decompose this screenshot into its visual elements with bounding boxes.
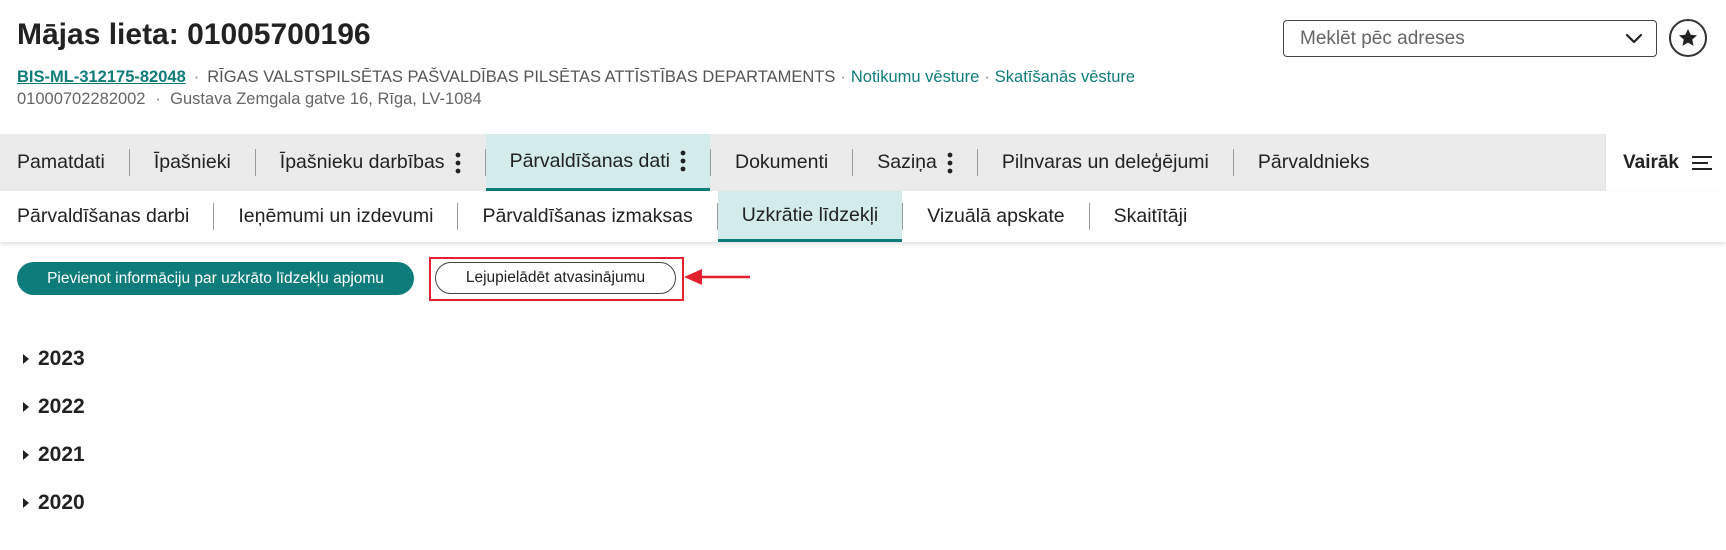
subtab-vizuala-apskate[interactable]: Vizuālā apskate [903,191,1088,242]
subtab-label: Pārvaldīšanas izmaksas [482,205,693,227]
meta-separator: · [984,68,990,86]
subtab-label: Uzkrātie līdzekļi [741,203,879,226]
tab-pilnvaras[interactable]: Pilnvaras un deleģējumi [978,134,1233,191]
more-vertical-icon[interactable] [680,150,686,172]
chevron-down-icon [1625,33,1643,44]
caret-right-icon [23,402,29,412]
views-history-link[interactable]: Skatīšanās vēsture [995,68,1135,87]
annotation-arrow-icon [684,269,750,285]
subtab-label: Skaitītāji [1113,205,1188,227]
subtab-label: Pārvaldīšanas darbi [17,205,190,227]
tab-parvaldisanas-dati[interactable]: Pārvaldīšanas dati [485,134,710,191]
subtab-label: Ieņēmumi un izdevumi [238,205,434,227]
more-menu-button[interactable]: Vairāk [1606,134,1726,191]
meta-separator: · [155,90,161,108]
more-vertical-icon[interactable] [455,152,461,174]
year-toggle-2022[interactable]: 2022 [22,383,85,431]
menu-icon [1692,155,1712,170]
tab-label: Pārvaldīšanas dati [509,149,670,172]
year-label: 2023 [38,347,85,370]
year-label: 2021 [38,443,85,466]
tab-label: Pārvaldnieks [1257,151,1370,173]
search-placeholder: Meklēt pēc adreses [1300,27,1465,49]
tab-label: Pamatdati [17,151,105,173]
main-tabs: Pamatdati Īpašnieki Īpašnieku darbības P… [0,134,1726,191]
tab-parvaldnieks[interactable]: Pārvaldnieks [1234,134,1394,191]
tab-label: Saziņa [877,151,937,173]
subtab-ienemumi-un-izdevumi[interactable]: Ieņēmumi un izdevumi [214,191,457,242]
more-label: Vairāk [1623,151,1679,173]
caret-right-icon [23,354,29,364]
download-derivative-button[interactable]: Lejupielādēt atvasinājumu [435,262,676,294]
subtab-parvaldisanas-izmaksas[interactable]: Pārvaldīšanas izmaksas [458,191,716,242]
favorite-button[interactable] [1669,19,1707,57]
cadastre-number: 01000702282002 [17,90,146,108]
case-meta-row: BIS-ML-312175-82048 · RĪGAS VALSTSPILSĒT… [17,68,1135,87]
tab-pamatdati[interactable]: Pamatdati [0,134,129,191]
page-title: Mājas lieta: 01005700196 [17,18,371,51]
department-name: RĪGAS VALSTSPILSĒTAS PAŠVALDĪBAS PILSĒTA… [207,68,836,86]
tab-label: Dokumenti [735,151,829,173]
tab-label: Īpašnieki [153,151,231,173]
subtab-skaititaji[interactable]: Skaitītāji [1090,191,1212,242]
year-toggle-2023[interactable]: 2023 [22,335,85,383]
address-search-select[interactable]: Meklēt pēc adreses [1283,20,1657,57]
tab-label: Īpašnieku darbības [279,151,445,173]
year-toggle-2021[interactable]: 2021 [22,431,85,479]
meta-separator: · [840,68,846,86]
tab-ipasnieki[interactable]: Īpašnieki [130,134,255,191]
sub-tabs: Pārvaldīšanas darbi Ieņēmumi un izdevumi… [0,191,1726,242]
events-history-link[interactable]: Notikumu vēsture [851,68,979,87]
caret-right-icon [23,450,29,460]
year-toggle-2020[interactable]: 2020 [22,479,85,527]
more-vertical-icon[interactable] [947,152,953,174]
property-meta-row: 01000702282002 · Gustava Zemgala gatve 1… [17,90,482,109]
case-id-link[interactable]: BIS-ML-312175-82048 [17,68,186,87]
star-icon [1679,29,1697,46]
tab-dokumenti[interactable]: Dokumenti [711,134,852,191]
page-header: Mājas lieta: 01005700196 BIS-ML-312175-8… [0,0,1726,134]
tab-ipasnieku-darbibas[interactable]: Īpašnieku darbības [256,134,485,191]
year-list: 2023 2022 2021 2020 [22,335,85,527]
tab-sazina[interactable]: Saziņa [853,134,977,191]
year-label: 2022 [38,395,85,418]
subtab-parvaldisanas-darbi[interactable]: Pārvaldīšanas darbi [0,191,213,242]
tab-label: Pilnvaras un deleģējumi [1001,151,1209,173]
property-address: Gustava Zemgala gatve 16, Rīga, LV-1084 [170,90,482,108]
add-accumulated-funds-button[interactable]: Pievienot informāciju par uzkrāto līdzek… [17,262,414,295]
meta-separator: · [193,68,200,86]
subtab-label: Vizuālā apskate [927,205,1065,227]
subtab-uzkratie-lidzekli[interactable]: Uzkrātie līdzekļi [717,191,903,242]
year-label: 2020 [38,491,85,514]
caret-right-icon [23,498,29,508]
